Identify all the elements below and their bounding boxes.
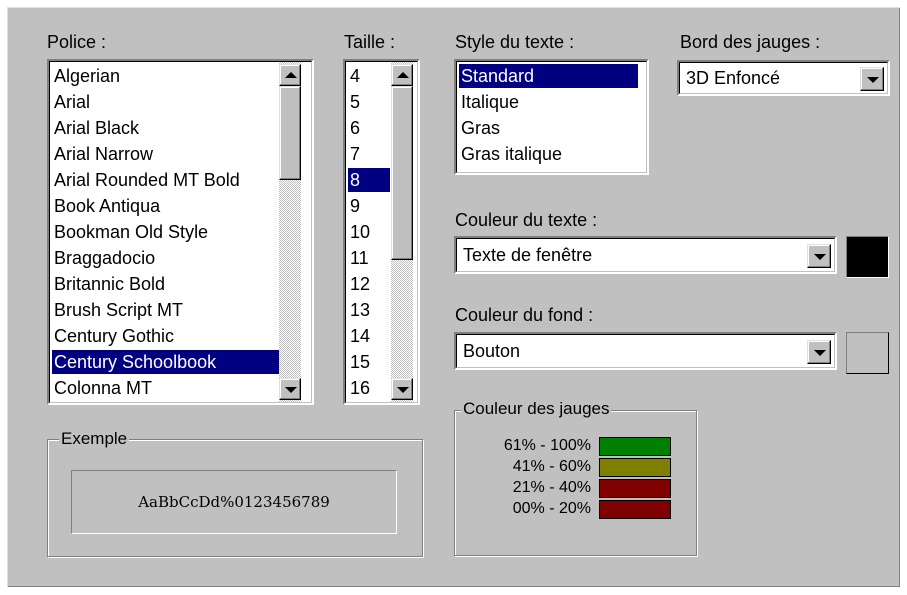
text-style-label: Style du texte : — [455, 32, 575, 52]
font-settings-dialog: Police : Algerian Arial Arial Black Arial N… — [7, 7, 900, 587]
arrow-up-icon — [285, 72, 297, 78]
text-color-label: Couleur du texte : — [455, 210, 598, 230]
size-list-item[interactable]: 6 — [348, 116, 390, 140]
text-style-list-item[interactable]: Gras — [459, 116, 638, 140]
text-style-list-item[interactable]: Gras italique — [459, 142, 638, 166]
gauge-range-label: 61% - 100% — [503, 437, 591, 454]
chevron-down-icon — [814, 254, 826, 260]
gauge-range-label: 21% - 40% — [512, 479, 591, 496]
size-scroll-down-button[interactable] — [391, 378, 413, 400]
size-listbox[interactable]: 4 5 6 7 8 9 10 11 12 13 14 15 16 — [343, 59, 420, 405]
font-scrollbar-thumb[interactable] — [279, 86, 301, 180]
size-list-item[interactable]: 15 — [348, 350, 390, 374]
gauge-color-swatch[interactable] — [599, 437, 671, 456]
arrow-down-icon — [285, 387, 297, 393]
gauge-border-value: 3D Enfoncé — [686, 67, 781, 88]
gauge-range-label: 41% - 60% — [512, 458, 591, 475]
gauge-range-label: 00% - 20% — [512, 500, 591, 517]
size-list-item[interactable]: 11 — [348, 246, 390, 270]
gauge-color-swatch[interactable] — [599, 458, 671, 477]
gauge-border-label: Bord des jauges : — [680, 32, 821, 52]
font-scroll-down-button[interactable] — [279, 378, 301, 400]
text-style-listbox-inner: Standard Italique Gras Gras italique — [456, 61, 647, 173]
font-listbox[interactable]: Algerian Arial Arial Black Arial Narrow Aria… — [47, 59, 314, 405]
bg-color-value: Bouton — [463, 340, 521, 361]
bg-color-swatch[interactable] — [846, 332, 889, 374]
text-style-listbox[interactable]: Standard Italique Gras Gras italique — [454, 59, 649, 175]
chevron-down-icon — [867, 77, 879, 83]
font-list-item[interactable]: Arial Black — [52, 116, 284, 140]
bg-color-combobox-inner: Bouton — [456, 334, 835, 368]
text-color-dropdown-button[interactable] — [807, 244, 831, 268]
gauge-border-combobox[interactable]: 3D Enfoncé — [677, 60, 890, 96]
text-style-list-item[interactable]: Italique — [459, 90, 638, 114]
example-title: Exemple — [59, 429, 130, 449]
gauge-border-dropdown-button[interactable] — [860, 67, 884, 91]
text-color-combobox[interactable]: Texte de fenêtre — [454, 236, 837, 274]
font-list-item[interactable]: Britannic Bold — [52, 272, 284, 296]
size-listbox-inner: 4 5 6 7 8 9 10 11 12 13 14 15 16 — [345, 61, 418, 403]
bg-color-label: Couleur du fond : — [455, 305, 594, 325]
size-list-item[interactable]: 5 — [348, 90, 390, 114]
size-list-item[interactable]: 4 — [348, 64, 390, 88]
size-list-item[interactable]: 9 — [348, 194, 390, 218]
size-list-item[interactable]: 7 — [348, 142, 390, 166]
bg-color-dropdown-button[interactable] — [807, 340, 831, 364]
arrow-up-icon — [397, 72, 409, 78]
font-list-item[interactable]: Book Antiqua — [52, 194, 284, 218]
size-list-item[interactable]: 16 — [348, 376, 390, 400]
text-color-swatch[interactable] — [846, 236, 889, 278]
size-list-item[interactable]: 10 — [348, 220, 390, 244]
font-list-item[interactable]: Century Gothic — [52, 324, 284, 348]
font-list-item[interactable]: Arial Rounded MT Bold — [52, 168, 284, 192]
gauge-colors-title: Couleur des jauges — [461, 399, 612, 419]
chevron-down-icon — [814, 350, 826, 356]
size-label: Taille : — [344, 32, 396, 52]
gauge-color-swatch[interactable] — [599, 500, 671, 519]
font-label: Police : — [47, 32, 107, 52]
text-color-combobox-inner: Texte de fenêtre — [456, 238, 835, 272]
font-listbox-inner: Algerian Arial Arial Black Arial Narrow Aria… — [49, 61, 312, 403]
size-list-item[interactable]: 8 — [348, 168, 390, 192]
font-list-item[interactable]: Braggadocio — [52, 246, 284, 270]
size-list-item[interactable]: 12 — [348, 272, 390, 296]
example-sample-text: AaBbCcDd%0123456789 — [138, 493, 330, 511]
font-list-item[interactable]: Brush Script MT — [52, 298, 284, 322]
bg-color-combobox[interactable]: Bouton — [454, 332, 837, 370]
arrow-down-icon — [397, 387, 409, 393]
text-style-list-item[interactable]: Standard — [459, 64, 638, 88]
text-color-value: Texte de fenêtre — [463, 244, 593, 265]
font-scroll-up-button[interactable] — [279, 64, 301, 86]
gauge-border-combobox-inner: 3D Enfoncé — [679, 62, 888, 94]
size-scroll-up-button[interactable] — [391, 64, 413, 86]
gauge-color-swatch[interactable] — [599, 479, 671, 498]
font-list-item[interactable]: Bookman Old Style — [52, 220, 284, 244]
size-list-item[interactable]: 13 — [348, 298, 390, 322]
size-list-item[interactable]: 14 — [348, 324, 390, 348]
font-list-item[interactable]: Century Schoolbook — [52, 350, 284, 374]
font-list-item[interactable]: Arial Narrow — [52, 142, 284, 166]
font-list-item[interactable]: Colonna MT — [52, 376, 284, 400]
size-scrollbar-thumb[interactable] — [391, 86, 413, 260]
font-list-item[interactable]: Arial — [52, 90, 284, 114]
font-list-item[interactable]: Algerian — [52, 64, 284, 88]
example-preview-box: AaBbCcDd%0123456789 — [71, 470, 397, 534]
